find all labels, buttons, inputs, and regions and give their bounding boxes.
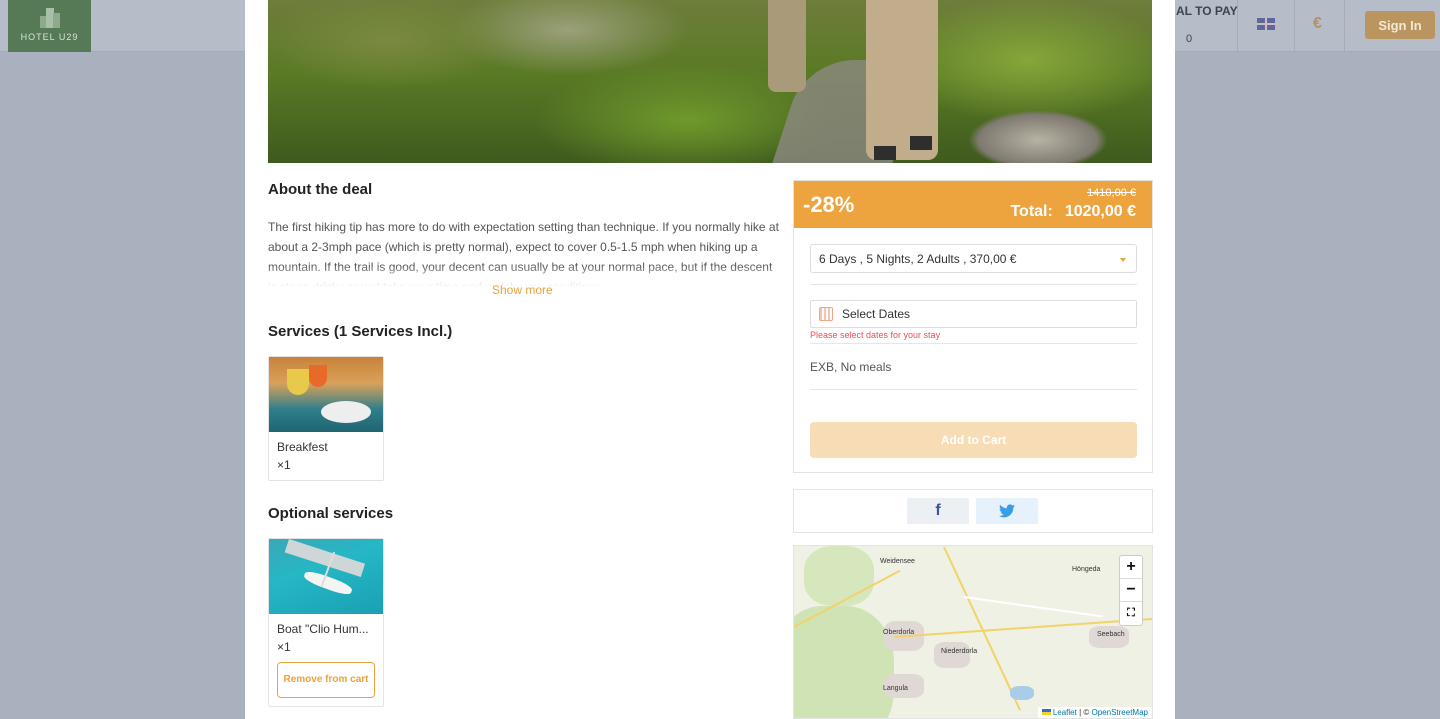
facebook-icon: f [935,502,941,519]
chevron-down-icon [1120,258,1126,262]
total-to-pay: AL TO PAY 0 [1176,0,1238,52]
map-attribution: Leaflet | © OpenStreetMap [1037,707,1152,718]
board-type: EXB, No meals [810,360,892,374]
logo-text: HOTEL U29 [20,32,79,42]
remove-from-cart-button[interactable]: Remove from cart [277,662,375,698]
location-map[interactable]: Weidensee Höngeda Oberdorla Niederdorla … [793,545,1153,719]
divider [810,343,1137,344]
breakfast-image [269,357,383,432]
booking-panel: -28% 1410,00 € Total: 1020,00 € 6 Days , … [793,180,1153,473]
deal-modal: About the deal The first hiking tip has … [245,0,1175,719]
optional-services-title: Optional services [268,505,394,522]
euro-icon: € [1313,15,1322,32]
map-zoom-controls: + − ⛶ [1119,555,1143,626]
dates-error-message: Please select dates for your stay [810,330,941,340]
service-name: Breakfest [277,440,328,454]
package-select-value: 6 Days , 5 Nights, 2 Adults , 370,00 € [819,252,1017,266]
total-value: 1020,00 € [1064,203,1136,220]
zoom-out-button[interactable]: − [1120,579,1142,602]
boat-image [269,539,383,614]
attribution-separator: | © [1079,708,1090,717]
divider [810,284,1137,285]
twitter-share-button[interactable] [976,498,1038,524]
building-icon [40,8,60,28]
map-place-label: Weidensee [880,558,915,565]
map-place-label: Langula [883,685,908,692]
fullscreen-icon[interactable]: ⛶ [1120,602,1142,625]
total-label: Total: [1010,203,1053,220]
uk-flag-icon [1257,18,1275,30]
divider [810,389,1137,390]
select-dates-placeholder: Select Dates [842,307,911,321]
currency-selector[interactable]: € [1295,0,1345,52]
optional-service-name: Boat "Clio Hum... [277,622,369,636]
share-panel: f [793,489,1153,533]
optional-service-card[interactable]: Boat "Clio Hum... ×1 Remove from cart [268,538,384,707]
map-place-label: Höngeda [1072,566,1101,573]
map-place-label: Oberdorla [883,629,915,636]
map-place-label: Seebach [1097,631,1125,638]
price-header: -28% 1410,00 € Total: 1020,00 € [794,181,1152,228]
old-price: 1410,00 € [1087,187,1136,199]
zoom-in-button[interactable]: + [1120,556,1142,579]
service-card[interactable]: Breakfest ×1 [268,356,384,481]
map-place-label: Niederdorla [941,648,978,655]
total-to-pay-label: AL TO PAY [1176,4,1238,18]
facebook-share-button[interactable]: f [907,498,969,524]
openstreetmap-link[interactable]: OpenStreetMap [1092,708,1148,717]
service-qty: ×1 [277,458,291,472]
add-to-cart-button[interactable]: Add to Cart [810,422,1137,458]
discount-badge: -28% [803,192,855,217]
deal-hero-image [268,0,1152,163]
hotel-logo[interactable]: HOTEL U29 [8,0,91,52]
calendar-icon [819,307,833,321]
language-selector[interactable] [1238,0,1295,52]
total-to-pay-value: 0 [1186,33,1193,45]
about-text: The first hiking tip has more to do with… [268,217,780,287]
twitter-bird-icon [999,504,1015,518]
select-dates-input[interactable]: Select Dates [810,300,1137,328]
total-price: Total: 1020,00 € [1010,203,1136,221]
optional-service-qty: ×1 [277,640,291,654]
leaflet-link[interactable]: Leaflet [1053,708,1077,717]
package-select[interactable]: 6 Days , 5 Nights, 2 Adults , 370,00 € [810,244,1137,273]
ukraine-flag-icon [1041,709,1051,715]
sign-in-button[interactable]: Sign In [1365,11,1435,39]
show-more-link[interactable]: Show more [492,283,553,297]
services-title: Services (1 Services Incl.) [268,323,453,340]
about-title: About the deal [268,181,373,198]
